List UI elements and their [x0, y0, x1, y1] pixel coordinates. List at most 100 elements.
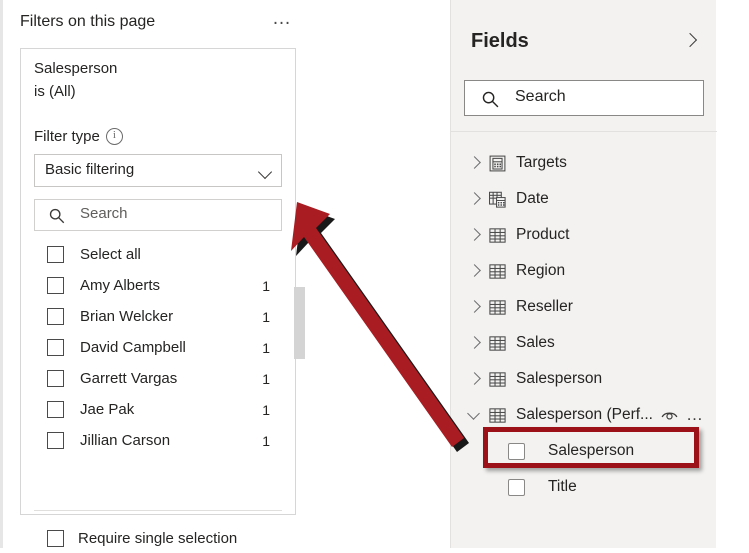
filter-type-dropdown[interactable]: Basic filtering — [34, 154, 282, 187]
divider — [451, 131, 717, 132]
filter-type-label-row: Filter type — [34, 126, 123, 146]
fields-field-label: Title — [548, 478, 577, 495]
filter-type-label: Filter type — [34, 127, 100, 145]
table-icon — [489, 299, 506, 315]
filter-field-name: Salesperson — [34, 60, 118, 77]
fields-table-row[interactable]: Reseller — [451, 289, 717, 325]
filter-card-salesperson: Salesperson is (All) Filter type Basic f… — [20, 48, 305, 547]
fields-table-label: Sales — [516, 334, 555, 351]
filter-value-label: Amy Alberts — [80, 277, 161, 294]
filter-value-row[interactable]: Select all — [34, 239, 286, 270]
filters-pane-more-options-icon[interactable]: … — [272, 8, 293, 30]
measure-table-icon — [489, 155, 506, 171]
divider — [34, 510, 282, 511]
table-icon — [489, 407, 506, 423]
filter-value-checkbox[interactable] — [47, 401, 64, 418]
filter-value-checkbox[interactable] — [47, 339, 64, 356]
fields-search-input[interactable]: Search — [464, 80, 704, 116]
collapse-pane-button[interactable] — [681, 29, 703, 51]
filter-value-count: 1 — [262, 277, 270, 294]
chevron-down-icon — [257, 164, 273, 180]
filter-value-checkbox[interactable] — [47, 370, 64, 387]
fields-field-label: Salesperson — [548, 442, 635, 459]
fields-table-row[interactable]: Sales — [451, 325, 717, 361]
fields-pane: Fields Search Targets Date Product Region Re… — [450, 0, 717, 548]
filter-list-scrollbar[interactable] — [294, 287, 305, 492]
filter-value-count: 1 — [262, 308, 270, 325]
filter-list-scrollbar-thumb[interactable] — [294, 287, 305, 359]
filter-type-selected-value: Basic filtering — [45, 161, 135, 178]
filter-value-label: Jae Pak — [80, 401, 135, 418]
filter-search-input[interactable]: Search — [34, 199, 282, 231]
chevron-right-icon[interactable] — [466, 226, 484, 244]
filter-value-count: 1 — [262, 339, 270, 356]
chevron-right-icon[interactable] — [466, 334, 484, 352]
fields-table-row-actions: … — [660, 405, 705, 424]
filter-value-row[interactable]: Jillian Carson 1 — [34, 425, 286, 456]
chevron-right-icon[interactable] — [466, 154, 484, 172]
table-icon — [489, 371, 506, 387]
require-single-selection-checkbox[interactable] — [47, 529, 64, 547]
search-icon — [482, 91, 499, 108]
table-icon — [489, 227, 506, 243]
fields-table-row[interactable]: Product — [451, 217, 717, 253]
eye-icon[interactable] — [660, 405, 679, 424]
chevron-right-icon[interactable] — [466, 370, 484, 388]
fields-table-label: Salesperson — [516, 370, 603, 387]
fields-table-row[interactable]: Targets — [451, 145, 717, 181]
filter-value-row[interactable]: Amy Alberts 1 — [34, 270, 286, 301]
filter-value-label: Brian Welcker — [80, 308, 174, 325]
filter-value-count: 1 — [262, 370, 270, 387]
filter-condition-text: is (All) — [34, 83, 76, 100]
fields-field-checkbox[interactable] — [508, 442, 525, 460]
filter-value-label: Jillian Carson — [80, 432, 171, 449]
filters-pane-title: Filters on this page — [20, 13, 156, 30]
filter-value-checkbox[interactable] — [47, 308, 64, 325]
info-icon[interactable] — [105, 127, 123, 145]
table-icon — [489, 335, 506, 351]
filter-value-row[interactable]: Brian Welcker 1 — [34, 301, 286, 332]
fields-table-label: Date — [516, 190, 549, 207]
fields-table-label: Product — [516, 226, 570, 243]
fields-field-row[interactable]: Salesperson — [451, 433, 717, 469]
filters-pane: Filters on this page … Salesperson is (A… — [0, 0, 310, 548]
chevron-right-icon[interactable] — [466, 190, 484, 208]
chevron-right-icon[interactable] — [466, 298, 484, 316]
filter-value-count: 1 — [262, 401, 270, 418]
fields-table-label: Reseller — [516, 298, 573, 315]
fields-tree: Targets Date Product Region Reseller Sales Sal… — [451, 145, 717, 505]
fields-table-label: Salesperson (Perf... — [516, 406, 653, 423]
filter-value-checkbox[interactable] — [47, 277, 64, 294]
fields-pane-title: Fields — [471, 30, 529, 52]
date-table-icon — [488, 191, 506, 208]
chevron-right-icon[interactable] — [466, 262, 484, 280]
fields-pane-header: Fields — [451, 0, 717, 72]
filter-search-placeholder: Search — [80, 205, 128, 222]
filter-value-label: Garrett Vargas — [80, 370, 178, 387]
chevron-down-icon[interactable] — [466, 406, 484, 424]
chevron-right-icon — [682, 32, 698, 48]
filter-value-label: David Campbell — [80, 339, 186, 356]
fields-table-label: Region — [516, 262, 566, 279]
filter-value-row[interactable]: Jae Pak 1 — [34, 394, 286, 425]
require-single-selection-row[interactable]: Require single selection — [34, 523, 237, 553]
filter-value-checkbox[interactable] — [47, 246, 64, 263]
fields-field-row[interactable]: Title — [451, 469, 717, 505]
fields-table-row[interactable]: Salesperson — [451, 361, 717, 397]
filter-value-row[interactable]: Garrett Vargas 1 — [34, 363, 286, 394]
fields-table-more-options-icon[interactable]: … — [686, 406, 705, 423]
fields-table-row[interactable]: Region — [451, 253, 717, 289]
fields-table-row[interactable]: Date — [451, 181, 717, 217]
fields-table-label: Targets — [516, 154, 567, 171]
filter-values-list: Select all Amy Alberts 1 Brian Welcker 1 Davi… — [34, 239, 286, 496]
filter-value-row[interactable]: David Campbell 1 — [34, 332, 286, 363]
require-single-selection-label: Require single selection — [78, 529, 238, 547]
fields-table-row[interactable]: Salesperson (Perf... … — [451, 397, 717, 433]
filter-value-checkbox[interactable] — [47, 432, 64, 449]
filters-pane-header: Filters on this page … — [20, 8, 295, 37]
fields-search-placeholder: Search — [515, 88, 566, 105]
filter-value-count: 1 — [262, 432, 270, 449]
search-icon — [49, 208, 65, 224]
fields-field-checkbox[interactable] — [508, 478, 525, 496]
filter-value-label: Select all — [80, 246, 141, 263]
